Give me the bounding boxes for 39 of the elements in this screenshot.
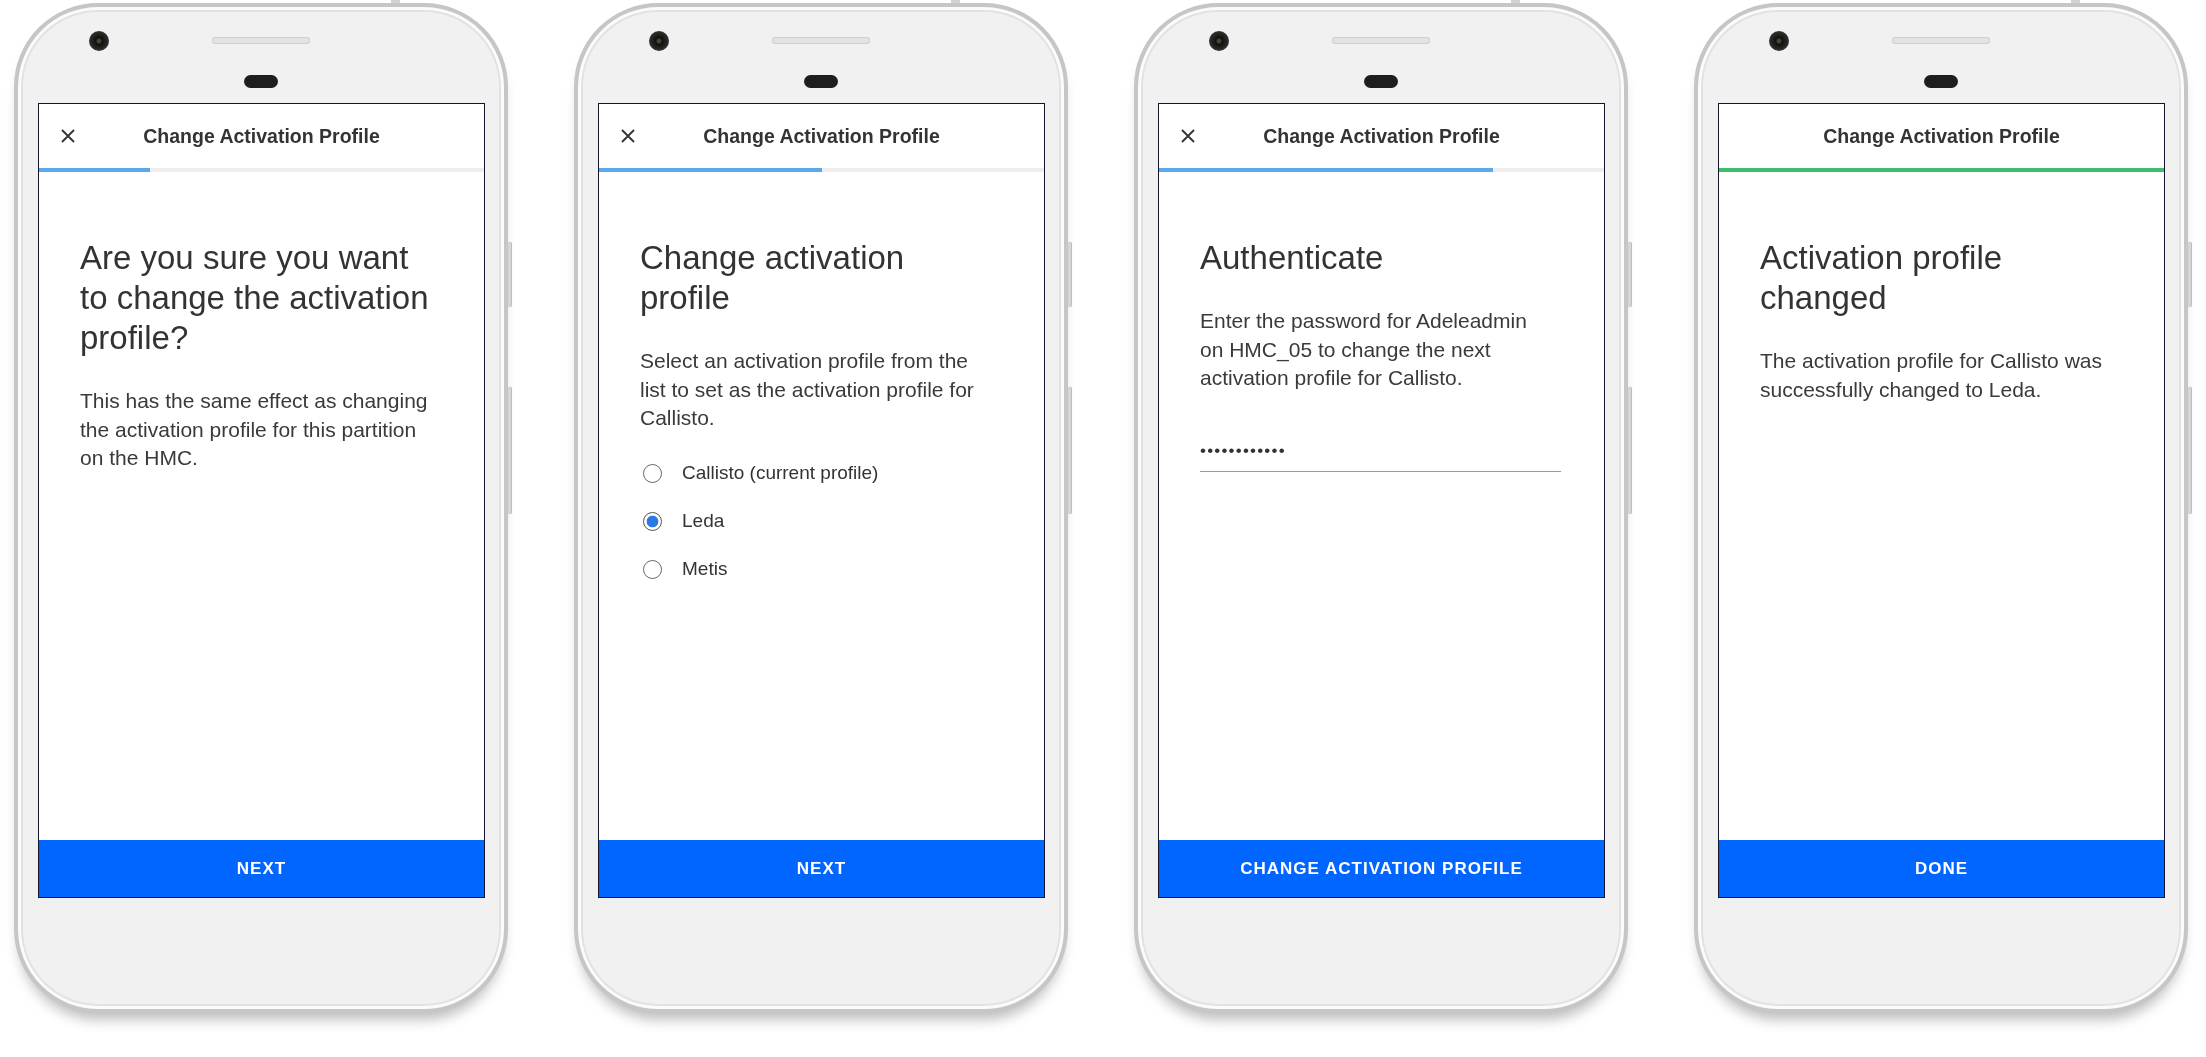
body-text: This has the same effect as changing the activation profile for this partition on the HMC.: [80, 388, 429, 472]
screen-title: Change Activation Profile: [1823, 124, 2060, 148]
camera-lens-icon: [1209, 31, 1229, 51]
page-heading: Activation profile changed: [1760, 238, 2004, 318]
screen-title: Change Activation Profile: [703, 124, 940, 148]
body-text: Enter the password for Adeleadmin on HMC_05 to change the next activation profile for Callisto.: [1200, 308, 1528, 392]
action-button[interactable]: NEXT: [599, 840, 1044, 897]
action-button[interactable]: DONE: [1719, 840, 2164, 897]
earpiece-grille-icon: [1332, 37, 1430, 44]
sensor-slot-icon: [244, 75, 278, 88]
radio-option[interactable]: Callisto (current profile): [640, 449, 879, 498]
sensor-slot-icon: [1364, 75, 1398, 88]
close-icon: [61, 129, 75, 143]
radio-option[interactable]: Leda: [640, 497, 725, 546]
earpiece-grille-icon: [212, 37, 310, 44]
screen-title: Change Activation Profile: [1263, 124, 1500, 148]
side-key: [508, 242, 512, 307]
radio-option[interactable]: Metis: [640, 545, 728, 594]
sensor-slot-icon: [804, 75, 838, 88]
action-button[interactable]: CHANGE ACTIVATION PROFILE: [1159, 840, 1604, 897]
side-key: [1628, 242, 1632, 307]
body-text: The activation profile for Callisto was successfully changed to Leda.: [1760, 348, 2103, 403]
close-icon: [1181, 129, 1195, 143]
sensor-slot-icon: [1924, 75, 1958, 88]
close-icon: [621, 129, 635, 143]
earpiece-grille-icon: [772, 37, 870, 44]
camera-lens-icon: [89, 31, 109, 51]
side-key: [2188, 242, 2192, 307]
page-heading: Change activation profile: [640, 238, 906, 318]
page-heading: Authenticate: [1200, 238, 1385, 278]
screen-title: Change Activation Profile: [143, 124, 380, 148]
camera-lens-icon: [1769, 31, 1789, 51]
body-text: Select an activation profile from the list to set as the activation profile for Callisto.: [640, 348, 975, 432]
password-field[interactable]: ••••••••••••: [1200, 432, 1561, 473]
earpiece-grille-icon: [1892, 37, 1990, 44]
page-heading: Are you sure you want to change the activation profile?: [80, 238, 430, 358]
side-key: [1068, 242, 1072, 307]
action-button[interactable]: NEXT: [39, 840, 484, 897]
camera-lens-icon: [649, 31, 669, 51]
